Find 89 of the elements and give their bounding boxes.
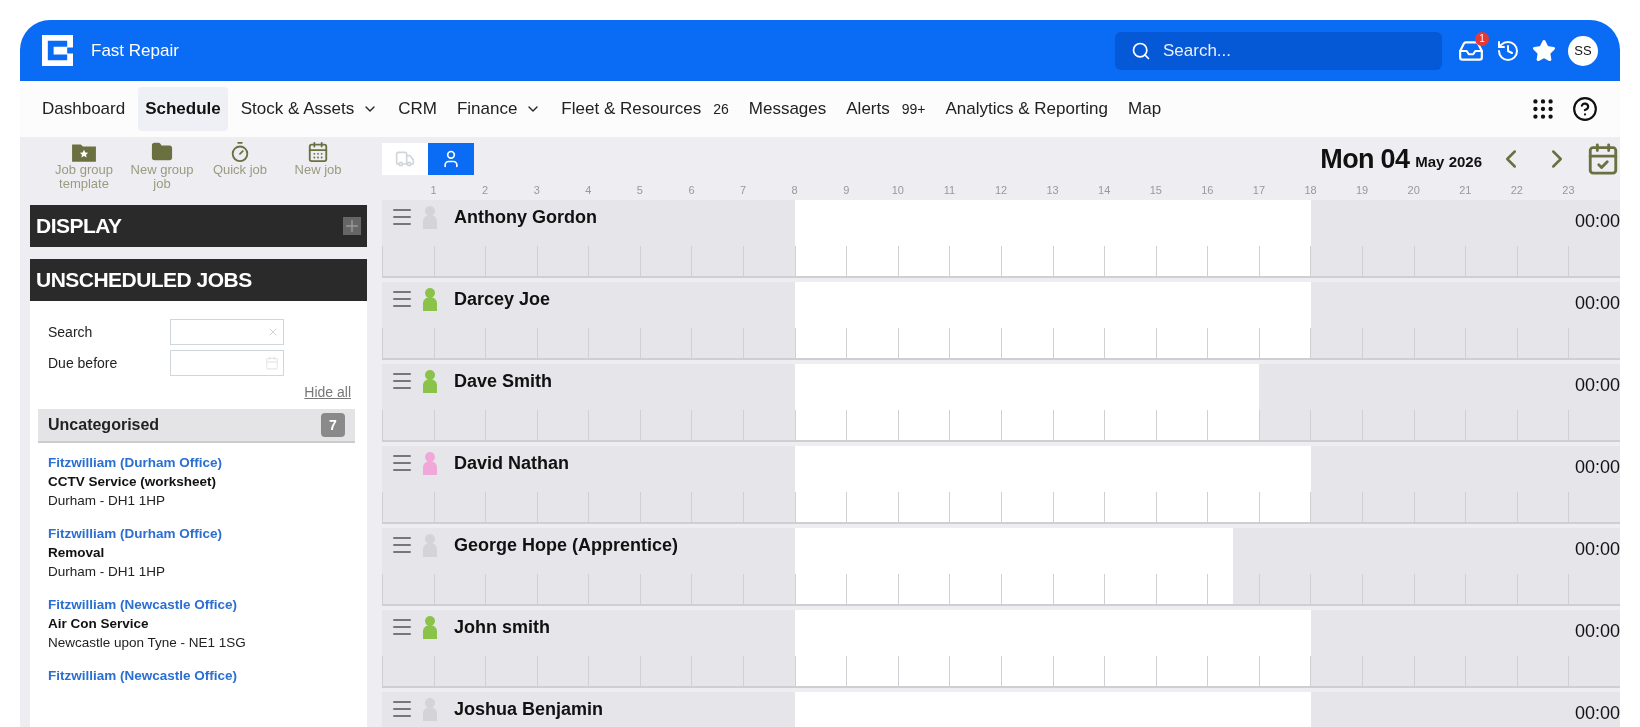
count-label: 26 [713, 99, 729, 119]
view-toggle[interactable] [428, 143, 474, 176]
search-field[interactable]: Search... [1115, 31, 1442, 70]
count-badge: 7 [321, 413, 345, 437]
total-hours: 00:00 [1574, 291, 1620, 315]
hour-label: 11 [943, 182, 956, 198]
hour-label: 10 [891, 182, 904, 198]
nav-tab[interactable]: Messages [741, 87, 834, 131]
total-hours: 00:00 [1574, 619, 1620, 643]
customer-link[interactable]: Fitzwilliam (Durham Office) [48, 453, 355, 472]
staff-name[interactable]: Anthony Gordon [454, 203, 597, 231]
nav-tab[interactable]: Alerts 99+ [839, 87, 933, 131]
hour-label: 15 [1149, 182, 1162, 198]
total-hours: 00:00 [1574, 537, 1620, 561]
hour-label: 5 [636, 182, 643, 198]
nav-tab[interactable]: CRM [391, 87, 444, 131]
hour-label: 7 [740, 182, 747, 198]
schedule-month: May 2026 [1415, 152, 1482, 172]
customer-link[interactable]: Fitzwilliam (Durham Office) [48, 524, 355, 543]
job-service: Air Con Service [48, 615, 150, 633]
staff-name[interactable]: David Nathan [454, 449, 570, 477]
clear-icon [267, 326, 279, 338]
folder-icon [149, 141, 175, 163]
job-location: Durham - DH1 1HP [48, 563, 167, 581]
app-title: Fast Repair [91, 39, 179, 62]
view-toggle[interactable] [382, 143, 428, 176]
hour-label: 9 [843, 182, 850, 198]
hour-label: 21 [1459, 182, 1472, 198]
date-field[interactable] [170, 350, 284, 376]
hour-label: 3 [533, 182, 540, 198]
filter-label: Due before [48, 353, 119, 373]
panel-header[interactable]: DISPLAY [30, 205, 367, 247]
customer-link[interactable]: Fitzwilliam (Newcastle Office) [48, 666, 355, 685]
hour-label: 13 [1046, 182, 1059, 198]
filter-label: Search [48, 322, 94, 342]
schedule-date: Mon 04 [1320, 143, 1410, 176]
hour-label: 19 [1355, 182, 1369, 198]
job-service: CCTV Service (worksheet) [48, 473, 218, 491]
nav-tab[interactable]: Analytics & Reporting [938, 87, 1115, 131]
search-icon [1131, 40, 1151, 61]
nav-tab[interactable]: Finance [449, 87, 549, 131]
help-icon[interactable] [1572, 96, 1598, 122]
staff-name[interactable]: Dave Smith [454, 367, 553, 395]
nav-tab[interactable]: Stock & Assets [233, 87, 386, 131]
panel-header: UNSCHEDULED JOBS [30, 259, 367, 301]
hour-label: 4 [585, 182, 592, 198]
user-avatar[interactable]: SS [1568, 35, 1598, 66]
calendar-icon [265, 356, 279, 370]
hour-label: 2 [482, 182, 489, 198]
search-placeholder: Search... [1163, 39, 1232, 62]
staff-name[interactable]: Joshua Benjamin [454, 695, 604, 723]
nav-tab[interactable]: Schedule [138, 87, 228, 131]
hour-label: 1 [430, 182, 437, 198]
hour-label: 18 [1304, 182, 1317, 198]
hour-label: 20 [1407, 182, 1420, 198]
nav-tab[interactable]: Map [1121, 87, 1169, 131]
total-hours: 00:00 [1574, 209, 1620, 233]
calendar-check-icon[interactable] [1586, 142, 1620, 177]
hour-label: 17 [1252, 182, 1266, 198]
count-label: 99+ [901, 99, 926, 119]
total-hours: 00:00 [1574, 455, 1620, 479]
job-location: Newcastle upon Tyne - NE1 1SG [48, 634, 247, 652]
staff-name[interactable]: Darcey Joe [454, 285, 551, 313]
hide-all-link[interactable]: Hide all [304, 382, 351, 403]
customer-link[interactable]: Fitzwilliam (Newcastle Office) [48, 595, 355, 614]
category-header[interactable]: Uncategorised 7 [38, 409, 355, 443]
hour-label: 14 [1098, 182, 1111, 198]
hour-label: 16 [1201, 182, 1214, 198]
nav-tab[interactable]: Dashboard [35, 87, 133, 131]
hour-label: 6 [688, 182, 695, 198]
hour-label: 22 [1510, 182, 1523, 198]
logo-icon [42, 35, 73, 66]
total-hours: 00:00 [1574, 701, 1620, 725]
job-location: Durham - DH1 1HP [48, 492, 167, 510]
star-icon[interactable] [1532, 38, 1556, 63]
job-service: Removal [48, 544, 106, 562]
search-field[interactable] [170, 319, 284, 345]
hour-label: 8 [791, 182, 798, 198]
hour-label: 12 [994, 182, 1008, 198]
staff-name[interactable]: John smith [454, 613, 550, 641]
nav-tab[interactable]: Fleet & Resources 26 [554, 87, 736, 131]
hour-label: 23 [1562, 182, 1575, 198]
folder-star-icon [71, 141, 97, 163]
history-icon[interactable] [1496, 38, 1520, 63]
person-icon [441, 149, 461, 170]
staff-name[interactable]: George Hope (Apprentice) [454, 531, 679, 559]
notification-badge: 1 [1475, 31, 1489, 46]
apps-grid-icon[interactable] [1530, 96, 1556, 122]
total-hours: 00:00 [1574, 373, 1620, 397]
